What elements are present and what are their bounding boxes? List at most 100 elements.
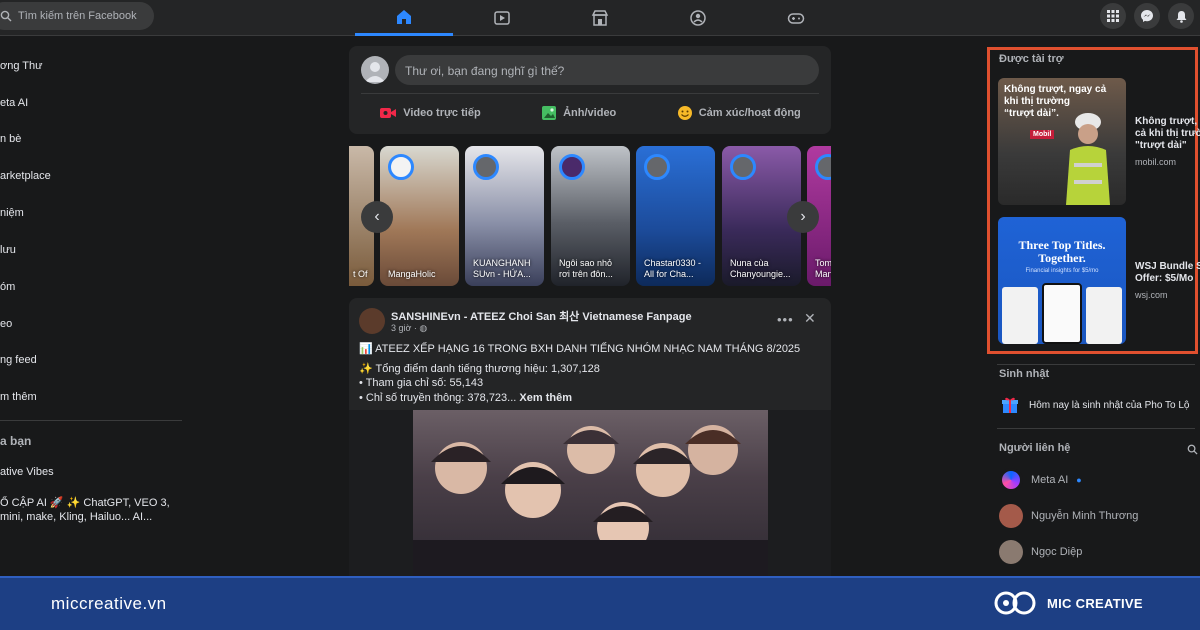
left-nav-item[interactable]: lưu: [0, 244, 16, 256]
menu-button[interactable]: [1100, 3, 1126, 29]
meta-ai-icon: [999, 468, 1023, 492]
left-nav-item[interactable]: eo: [0, 318, 12, 330]
ad-image-text: Together.: [1038, 251, 1086, 265]
story-avatar: [730, 154, 756, 180]
tab-gaming[interactable]: [747, 0, 845, 36]
story-name: Nuna cùa Chanyoungie...: [730, 258, 791, 279]
smiley-icon: [677, 106, 692, 120]
post-photo[interactable]: [413, 410, 768, 578]
ad-image-text: Không trượt, ngay cả: [1004, 84, 1107, 95]
post-timestamp[interactable]: 3 giờ · ◍: [391, 323, 427, 334]
search-icon: [1187, 444, 1198, 455]
left-nav-item[interactable]: eta AI: [0, 97, 28, 109]
close-icon: ✕: [804, 310, 816, 326]
story-card[interactable]: Chastar0330 - All for Cha...: [636, 146, 715, 286]
contact-item[interactable]: Ngọc Diệp: [999, 540, 1082, 564]
ad-domain: wsj.com: [1135, 290, 1168, 300]
notifications-button[interactable]: [1168, 3, 1194, 29]
contacts-search-button[interactable]: [1187, 442, 1198, 460]
post-text-line: • Chỉ số truyền thông: 378,723...: [359, 392, 517, 404]
story-name: t Of: [353, 269, 368, 279]
stories-prev-button[interactable]: ‹: [361, 201, 393, 233]
ad-title-line[interactable]: cả khi thị trườ: [1135, 128, 1200, 140]
contact-item[interactable]: Meta AI ●: [999, 468, 1082, 492]
shortcut-item[interactable]: mini, make, Kling, Hailuo... AI...: [0, 511, 152, 523]
feed-post: SANSHINEvn - ATEEZ Choi San 최산 Vietnames…: [349, 298, 831, 578]
contact-name: Ngọc Diệp: [1031, 546, 1083, 558]
search-box[interactable]: Tìm kiếm trên Facebook: [0, 2, 154, 30]
left-nav-item[interactable]: arketplace: [0, 170, 51, 182]
contacts-title: Người liên hệ: [999, 442, 1071, 454]
shortcut-item[interactable]: ative Vibes: [0, 466, 54, 478]
messenger-button[interactable]: [1134, 3, 1160, 29]
left-nav-item[interactable]: m thêm: [0, 391, 37, 403]
tab-video[interactable]: [453, 0, 551, 36]
photo-icon: [542, 106, 557, 120]
story-name: KUANGHANH SUvn - HỨA...: [473, 258, 531, 279]
ad-title-line[interactable]: "trượt dài": [1135, 140, 1187, 152]
top-right-actions: [1100, 3, 1194, 29]
ad-brand-logo: Mobil: [1030, 130, 1055, 139]
left-nav-item[interactable]: n bè: [0, 133, 21, 145]
feeling-activity-button[interactable]: Cảm xúc/hoạt động: [677, 105, 801, 121]
left-nav-item[interactable]: niệm: [0, 207, 24, 219]
ad-title-line[interactable]: Offer: $5/Mo: [1135, 273, 1193, 285]
left-nav-item[interactable]: ng feed: [0, 354, 37, 366]
tab-groups[interactable]: [649, 0, 747, 36]
search-icon: [0, 10, 12, 22]
mic-creative-logo-icon: [994, 591, 1036, 615]
story-name: Ngôi sao nhỏ rơi trên đôn...: [559, 258, 613, 279]
feeling-activity-label: Cảm xúc/hoạt động: [698, 107, 801, 119]
post-text-line: ✨ Tổng điểm danh tiếng thương hiệu: 1,30…: [359, 363, 600, 375]
phone-mockup: [1002, 287, 1038, 344]
chevron-left-icon: ‹: [374, 208, 380, 225]
globe-icon: ◍: [419, 323, 428, 333]
messenger-icon: [1141, 10, 1153, 22]
story-name: Chastar0330 - All for Cha...: [644, 258, 702, 279]
story-card[interactable]: Ngôi sao nhỏ rơi trên đôn...: [551, 146, 630, 286]
more-dots-icon: •••: [777, 312, 794, 327]
post-author-avatar[interactable]: [359, 308, 385, 334]
chevron-right-icon: ›: [800, 208, 806, 225]
brand-footer: miccreative.vn MIC CREATIVE: [0, 576, 1200, 630]
right-divider: [997, 428, 1195, 429]
stories-carousel: t Of MangaHolic KUANGHANH SUvn - HỨA... …: [349, 146, 831, 286]
live-video-label: Video trực tiếp: [403, 107, 481, 119]
ad-image-text: khi thị trường: [1004, 96, 1071, 107]
contact-item[interactable]: Nguyễn Minh Thương: [999, 504, 1138, 528]
worker-illustration: [1066, 113, 1110, 205]
birthdays-title: Sinh nhật: [999, 368, 1050, 380]
footer-brand-name: MIC CREATIVE: [1047, 595, 1143, 611]
live-video-button[interactable]: Video trực tiếp: [379, 106, 481, 120]
ad-title-line[interactable]: WSJ Bundle S: [1135, 261, 1200, 273]
composer-divider: [361, 93, 819, 94]
post-options-button[interactable]: •••: [777, 312, 794, 327]
stories-next-button[interactable]: ›: [787, 201, 819, 233]
user-avatar[interactable]: [361, 56, 389, 84]
shortcuts-title: a bạn: [0, 434, 32, 448]
birthday-text: Hôm nay là sinh nhật của Pho To Lộ: [1029, 399, 1190, 411]
post-hide-button[interactable]: ✕: [804, 310, 816, 327]
story-avatar: [644, 154, 670, 180]
story-avatar: [388, 154, 414, 180]
ad-image-wsj[interactable]: Three Top Titles. Together. Financial in…: [998, 217, 1126, 344]
left-nav-item[interactable]: óm: [0, 281, 15, 293]
birthday-row[interactable]: Hôm nay là sinh nhật của Pho To Lộ: [1001, 396, 1189, 414]
phone-mockup: [1042, 283, 1082, 344]
composer-input[interactable]: Thư ơi, bạn đang nghĩ gì thế?: [395, 55, 819, 85]
group-photo-illustration: [413, 425, 768, 578]
story-card[interactable]: KUANGHANH SUvn - HỨA...: [465, 146, 544, 286]
contact-avatar: [999, 540, 1023, 564]
shortcut-item[interactable]: Ổ CẬP AI 🚀 ✨ ChatGPT, VEO 3,: [0, 496, 170, 509]
see-more-link[interactable]: Xem thêm: [519, 392, 572, 404]
left-nav-item[interactable]: ơng Thư: [0, 60, 43, 72]
live-video-icon: [380, 108, 397, 118]
ad-image-mobil[interactable]: Không trượt, ngay cả khi thị trường “trư…: [998, 78, 1126, 205]
marketplace-icon: [591, 10, 609, 26]
groups-icon: [690, 10, 706, 26]
tab-marketplace[interactable]: [551, 0, 649, 36]
ad-title-line[interactable]: Không trượt, ngay: [1135, 116, 1200, 128]
post-author[interactable]: SANSHINEvn - ATEEZ Choi San 최산 Vietnames…: [391, 308, 692, 324]
tab-home[interactable]: [355, 0, 453, 36]
photo-video-button[interactable]: Ảnh/video: [541, 105, 616, 121]
